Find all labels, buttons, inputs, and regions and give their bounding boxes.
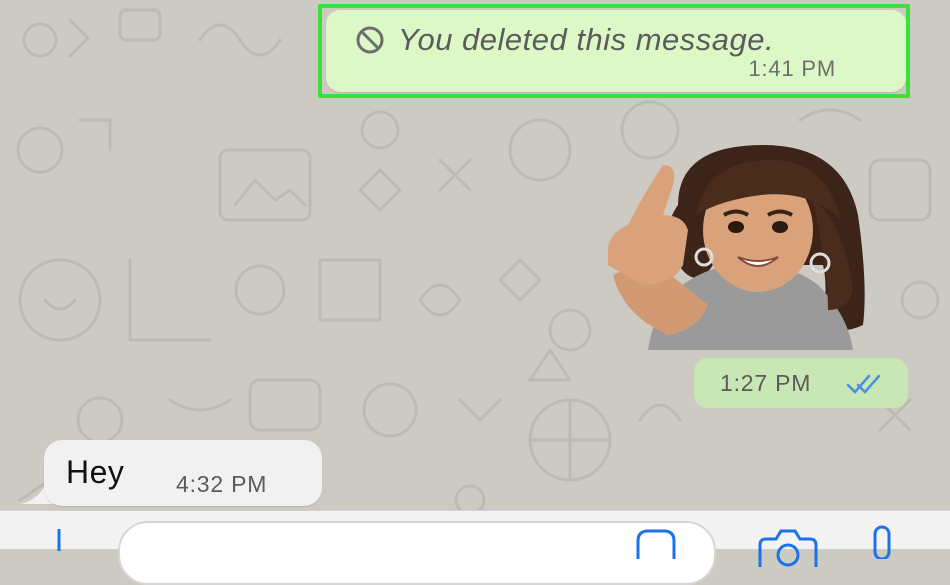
double-check-icon xyxy=(846,374,881,394)
highlight-box xyxy=(318,4,910,98)
message-composer xyxy=(0,510,950,585)
microphone-icon[interactable] xyxy=(868,525,896,559)
sticker-icon[interactable] xyxy=(632,529,680,559)
message-text: Hey xyxy=(66,454,125,490)
message-timestamp: 4:32 PM xyxy=(176,471,268,497)
camera-icon[interactable] xyxy=(756,527,820,567)
memoji-sticker[interactable] xyxy=(608,145,878,350)
message-timestamp: 1:27 PM xyxy=(720,370,812,396)
sticker-timestamp: 1:27 PM xyxy=(694,358,908,408)
message-input[interactable] xyxy=(118,521,716,585)
incoming-message-bubble[interactable]: Hey 4:32 PM xyxy=(44,440,322,506)
